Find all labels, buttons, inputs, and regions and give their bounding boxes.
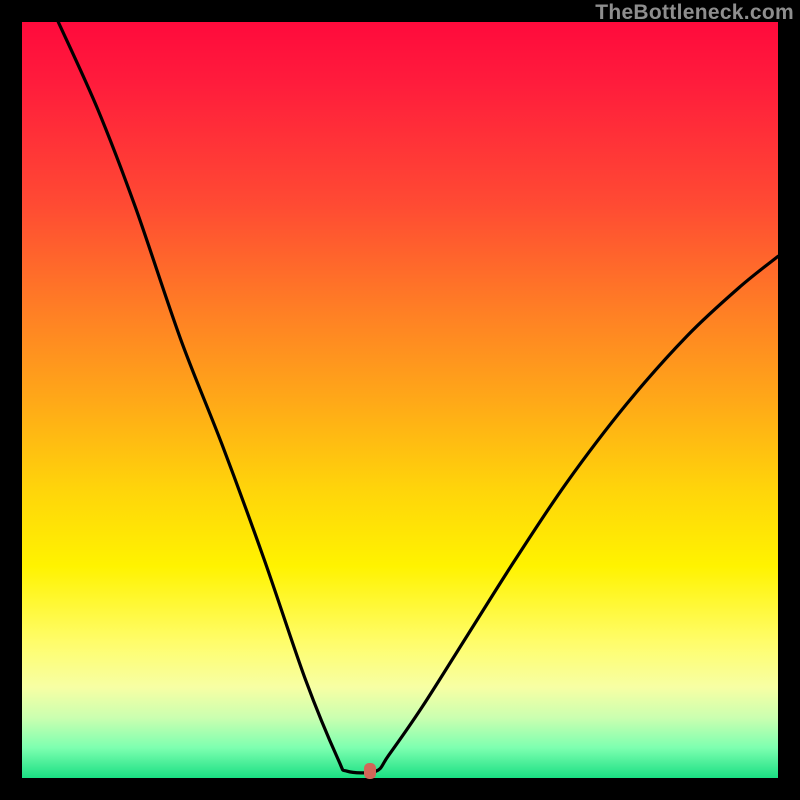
optimum-marker <box>364 763 376 779</box>
bottleneck-curve <box>22 22 778 778</box>
curve-path <box>58 22 778 773</box>
window-frame: TheBottleneck.com <box>0 0 800 800</box>
